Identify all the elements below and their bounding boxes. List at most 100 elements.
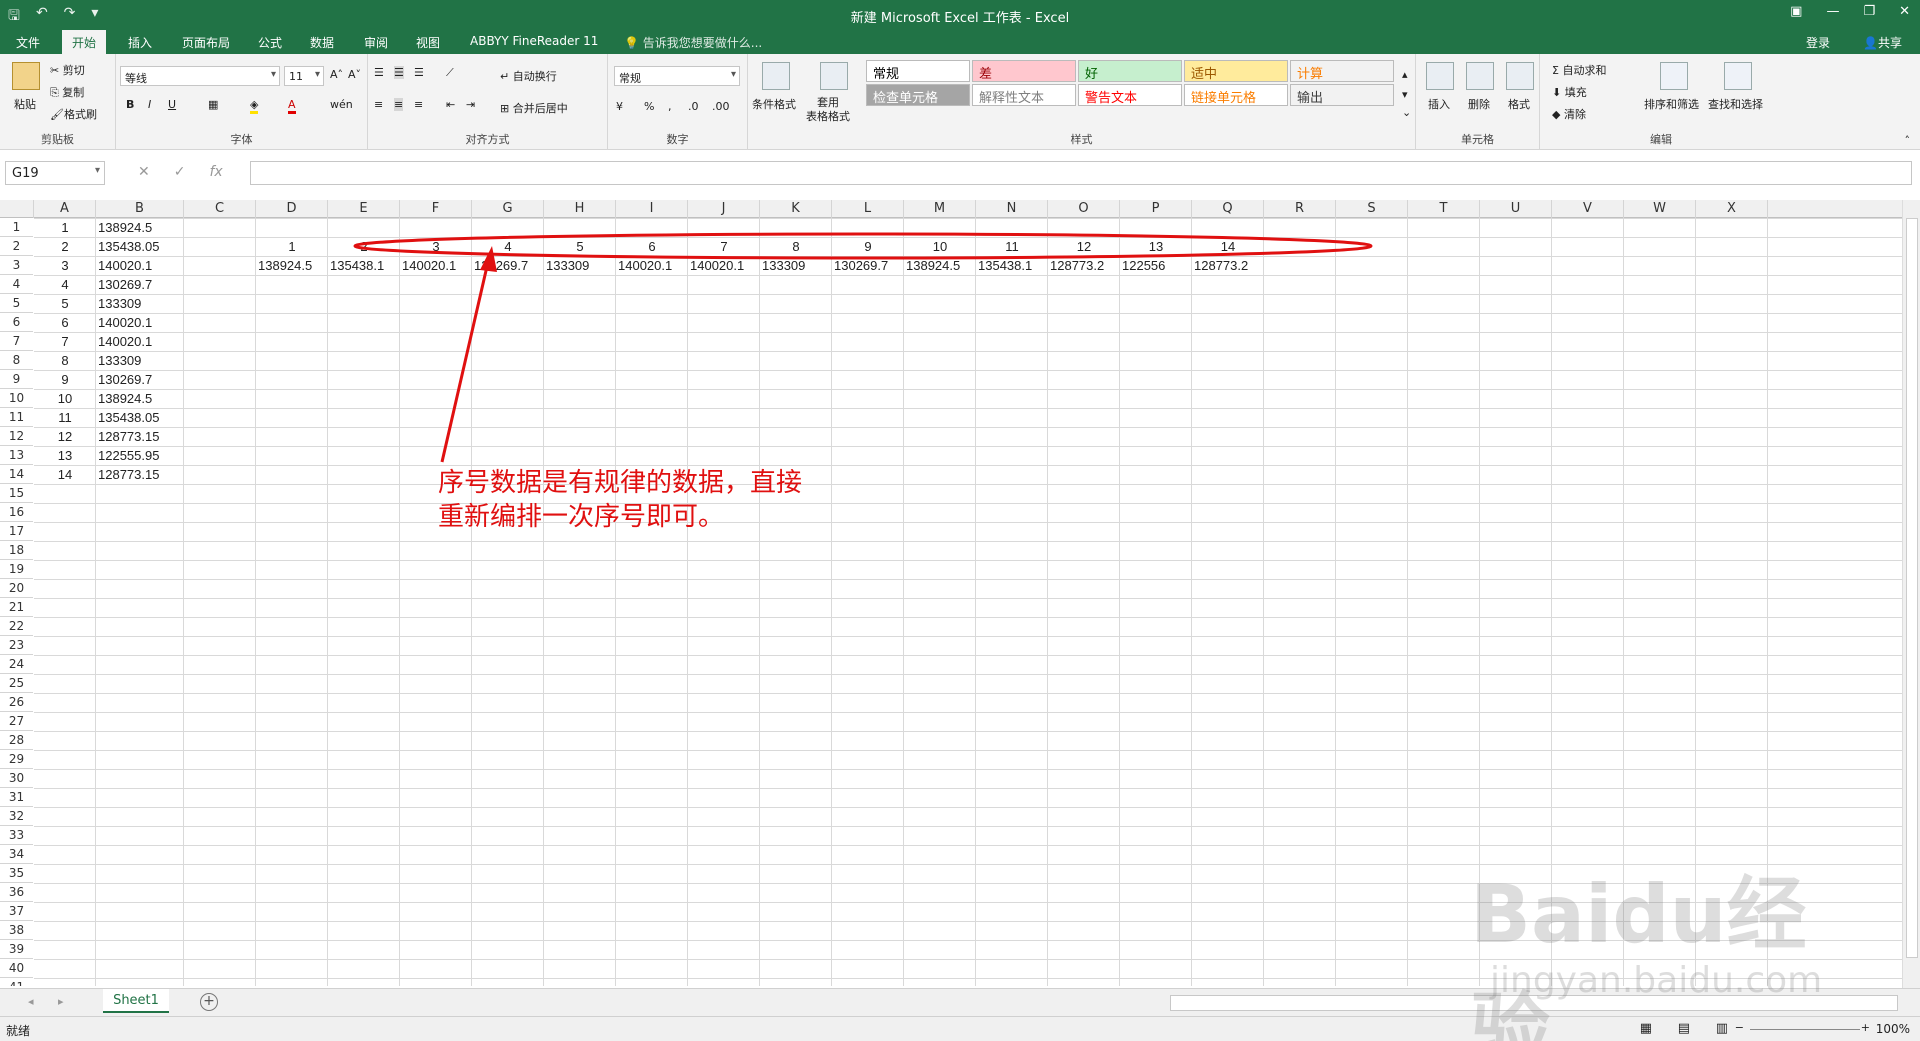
- cell-style-3[interactable]: 适中: [1184, 60, 1288, 82]
- cell-style-8[interactable]: 链接单元格: [1184, 84, 1288, 106]
- row-header-17[interactable]: 17: [0, 522, 33, 541]
- cell-style-7[interactable]: 警告文本: [1078, 84, 1182, 106]
- row-header-18[interactable]: 18: [0, 541, 33, 560]
- cell-M3[interactable]: 138924.5: [906, 256, 960, 275]
- column-header-R[interactable]: R: [1264, 200, 1336, 218]
- row-header-37[interactable]: 37: [0, 902, 33, 921]
- fill-color-icon[interactable]: ◈: [250, 98, 259, 114]
- delete-cells-icon[interactable]: [1466, 62, 1494, 90]
- row-header-9[interactable]: 9: [0, 370, 33, 389]
- tab-file[interactable]: 文件: [16, 34, 40, 51]
- column-header-S[interactable]: S: [1336, 200, 1408, 218]
- cell-N2[interactable]: 11: [976, 237, 1048, 256]
- scroll-thumb[interactable]: [1906, 218, 1918, 958]
- align-middle-icon[interactable]: ☰: [394, 66, 404, 79]
- tab-data[interactable]: 数据: [310, 34, 334, 51]
- row-header-7[interactable]: 7: [0, 332, 33, 351]
- cell-A14[interactable]: 14: [34, 465, 96, 484]
- cell-A3[interactable]: 3: [34, 256, 96, 275]
- row-header-13[interactable]: 13: [0, 446, 33, 465]
- insert-cells-icon[interactable]: [1426, 62, 1454, 90]
- cell-A7[interactable]: 7: [34, 332, 96, 351]
- cell-style-6[interactable]: 解释性文本: [972, 84, 1076, 106]
- column-header-B[interactable]: B: [96, 200, 184, 218]
- row-header-34[interactable]: 34: [0, 845, 33, 864]
- cell-style-1[interactable]: 差: [972, 60, 1076, 82]
- close-icon[interactable]: ✕: [1899, 4, 1910, 19]
- paste-button[interactable]: 粘贴: [14, 96, 36, 112]
- column-header-K[interactable]: K: [760, 200, 832, 218]
- cell-B12[interactable]: 128773.15: [98, 427, 159, 446]
- row-header-41[interactable]: 41: [0, 978, 33, 986]
- cell-G2[interactable]: 4: [472, 237, 544, 256]
- row-header-33[interactable]: 33: [0, 826, 33, 845]
- row-header-40[interactable]: 40: [0, 959, 33, 978]
- cell-A1[interactable]: 1: [34, 218, 96, 237]
- cut-button[interactable]: ✂ 剪切: [50, 62, 85, 78]
- restore-icon[interactable]: ❐: [1863, 4, 1875, 19]
- find-select-icon[interactable]: [1724, 62, 1752, 90]
- cancel-icon[interactable]: ✕: [138, 164, 150, 180]
- tab-home[interactable]: 开始: [62, 30, 107, 54]
- login-link[interactable]: 登录: [1806, 34, 1830, 51]
- italic-icon[interactable]: I: [148, 98, 151, 111]
- cell-I2[interactable]: 6: [616, 237, 688, 256]
- bold-icon[interactable]: B: [126, 98, 134, 111]
- number-format-select[interactable]: 常规: [614, 66, 740, 86]
- column-header-F[interactable]: F: [400, 200, 472, 218]
- cell-style-9[interactable]: 输出: [1290, 84, 1394, 106]
- cell-B10[interactable]: 138924.5: [98, 389, 152, 408]
- cell-B9[interactable]: 130269.7: [98, 370, 152, 389]
- cell-O3[interactable]: 128773.2: [1050, 256, 1104, 275]
- gallery-down-icon[interactable]: ▾: [1402, 88, 1408, 101]
- cell-K2[interactable]: 8: [760, 237, 832, 256]
- row-header-27[interactable]: 27: [0, 712, 33, 731]
- copy-button[interactable]: ⎘ 复制: [50, 84, 84, 100]
- table-format-icon[interactable]: [820, 62, 848, 90]
- column-header-G[interactable]: G: [472, 200, 544, 218]
- column-header-I[interactable]: I: [616, 200, 688, 218]
- vertical-scrollbar[interactable]: [1902, 200, 1920, 990]
- cell-A6[interactable]: 6: [34, 313, 96, 332]
- autosum-button[interactable]: Σ 自动求和: [1552, 62, 1606, 78]
- grow-font-icon[interactable]: A˄: [330, 68, 343, 81]
- cell-B8[interactable]: 133309: [98, 351, 141, 370]
- cell-style-0[interactable]: 常规: [866, 60, 970, 82]
- select-all-corner[interactable]: [0, 200, 34, 218]
- table-format-button[interactable]: 套用 表格格式: [806, 96, 850, 124]
- cell-G3[interactable]: 130269.7: [474, 256, 528, 275]
- cell-A13[interactable]: 13: [34, 446, 96, 465]
- enter-icon[interactable]: ✓: [174, 164, 186, 180]
- cell-J3[interactable]: 140020.1: [690, 256, 744, 275]
- row-header-11[interactable]: 11: [0, 408, 33, 427]
- align-left-icon[interactable]: ≡: [374, 98, 383, 111]
- cell-O2[interactable]: 12: [1048, 237, 1120, 256]
- find-select-button[interactable]: 查找和选择: [1708, 96, 1763, 112]
- row-header-16[interactable]: 16: [0, 503, 33, 522]
- format-cells-icon[interactable]: [1506, 62, 1534, 90]
- zoom-slider[interactable]: [1750, 1029, 1860, 1030]
- row-header-15[interactable]: 15: [0, 484, 33, 503]
- row-header-6[interactable]: 6: [0, 313, 33, 332]
- format-cells-button[interactable]: 格式: [1508, 96, 1530, 112]
- decrease-decimal-icon[interactable]: .00: [712, 100, 730, 113]
- cell-style-4[interactable]: 计算: [1290, 60, 1394, 82]
- page-layout-view-icon[interactable]: ▤: [1678, 1021, 1690, 1036]
- row-header-28[interactable]: 28: [0, 731, 33, 750]
- next-sheet-icon[interactable]: ▸: [58, 995, 64, 1008]
- cell-L3[interactable]: 130269.7: [834, 256, 888, 275]
- tab-insert[interactable]: 插入: [128, 34, 152, 51]
- cell-A11[interactable]: 11: [34, 408, 96, 427]
- row-header-5[interactable]: 5: [0, 294, 33, 313]
- font-color-icon[interactable]: A: [288, 98, 296, 114]
- column-header-H[interactable]: H: [544, 200, 616, 218]
- cell-N3[interactable]: 135438.1: [978, 256, 1032, 275]
- cell-B6[interactable]: 140020.1: [98, 313, 152, 332]
- cell-B4[interactable]: 130269.7: [98, 275, 152, 294]
- delete-cells-button[interactable]: 删除: [1468, 96, 1490, 112]
- merge-center-button[interactable]: ⊞ 合并后居中: [500, 100, 568, 116]
- underline-icon[interactable]: U: [168, 98, 176, 111]
- font-name-select[interactable]: 等线: [120, 66, 280, 86]
- column-header-A[interactable]: A: [34, 200, 96, 218]
- cell-Q3[interactable]: 128773.2: [1194, 256, 1248, 275]
